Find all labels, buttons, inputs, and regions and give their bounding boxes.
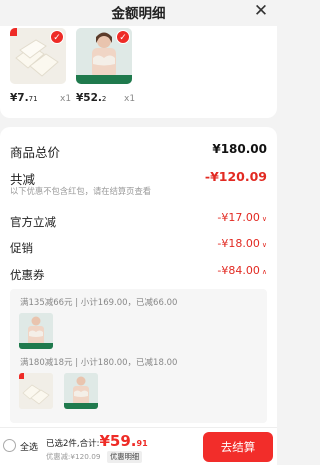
- coupon-row[interactable]: 优惠券 -¥84.00 ∧: [10, 264, 267, 283]
- promo-row[interactable]: 促销 -¥18.00 ∨: [10, 237, 267, 256]
- official-discount-label: 官方立减: [10, 215, 56, 229]
- promo-tag: [19, 373, 24, 379]
- checked-icon[interactable]: ✓: [50, 30, 64, 44]
- product-price: ¥52.2: [76, 92, 107, 104]
- product-price: ¥7.71: [10, 92, 38, 104]
- amount-detail-card: 商品总价 ¥180.00 共减 -¥120.09 以下优惠不包含红包，请在结算页…: [0, 127, 277, 427]
- discount-summary: 优惠减:¥120.09: [46, 452, 101, 461]
- discount-note: 以下优惠不包含红包，请在结算页查看: [10, 186, 152, 196]
- checkout-bar: 全选 已选2件,合计:¥59.91 优惠减:¥120.09 优惠明细 去结算: [0, 427, 277, 465]
- close-icon[interactable]: ✕: [251, 1, 271, 21]
- chevron-down-icon: ∨: [261, 215, 267, 223]
- coupon-label: 优惠券: [10, 268, 45, 282]
- product-thumbnail[interactable]: ✓: [10, 28, 66, 84]
- product-strip: ✓ ✓ ¥7.71 x1 ¥52.2 x1: [0, 18, 277, 118]
- product-thumbnail[interactable]: ✓: [76, 28, 132, 84]
- selected-count-text: 已选2件,合计:: [46, 439, 100, 449]
- promo-value: -¥18.00 ∨: [217, 237, 267, 250]
- official-discount-row[interactable]: 官方立减 -¥17.00 ∨: [10, 211, 267, 230]
- coupon-detail-box: 满135减66元 | 小计169.00，已减66.00 满180减18元 | 小…: [10, 289, 267, 423]
- selected-summary: 已选2件,合计:¥59.91: [46, 432, 148, 450]
- coupon-product-thumbnail: [19, 313, 53, 349]
- coupon-product-thumbnail: [64, 373, 98, 409]
- chevron-down-icon: ∨: [261, 241, 267, 249]
- checked-icon[interactable]: ✓: [116, 30, 130, 44]
- brand-strip: [76, 75, 132, 84]
- coupon-product-thumbnail: [19, 373, 53, 409]
- coupon-value: -¥84.00 ∧: [217, 264, 267, 277]
- official-discount-value: -¥17.00 ∨: [217, 211, 267, 224]
- discount-detail-link[interactable]: 优惠明细: [107, 451, 143, 463]
- coupon-group-text: 满135减66元 | 小计169.00，已减66.00: [20, 298, 178, 308]
- brand-strip: [19, 343, 53, 349]
- select-all-label[interactable]: 全选: [20, 440, 38, 453]
- product-qty: x1: [124, 94, 136, 104]
- select-all-radio[interactable]: [3, 439, 16, 452]
- coupon-group-text: 满180减18元 | 小计180.00，已减18.00: [20, 358, 178, 368]
- checkout-button[interactable]: 去结算: [203, 432, 273, 462]
- pads-image: [19, 373, 53, 409]
- page-title: 金额明细: [111, 6, 166, 22]
- goods-total-row: 商品总价 ¥180.00: [10, 142, 267, 161]
- goods-total-label: 商品总价: [10, 145, 61, 160]
- brand-strip: [64, 403, 98, 409]
- total-price: ¥59.91: [99, 432, 148, 450]
- goods-total-value: ¥180.00: [212, 142, 267, 156]
- product-qty: x1: [60, 94, 72, 104]
- promo-label: 促销: [10, 241, 33, 255]
- discount-total-value: -¥120.09: [204, 169, 267, 184]
- promo-tag: [10, 28, 17, 36]
- chevron-up-icon: ∧: [261, 268, 267, 276]
- header: 金额明细 ✕: [0, 0, 277, 26]
